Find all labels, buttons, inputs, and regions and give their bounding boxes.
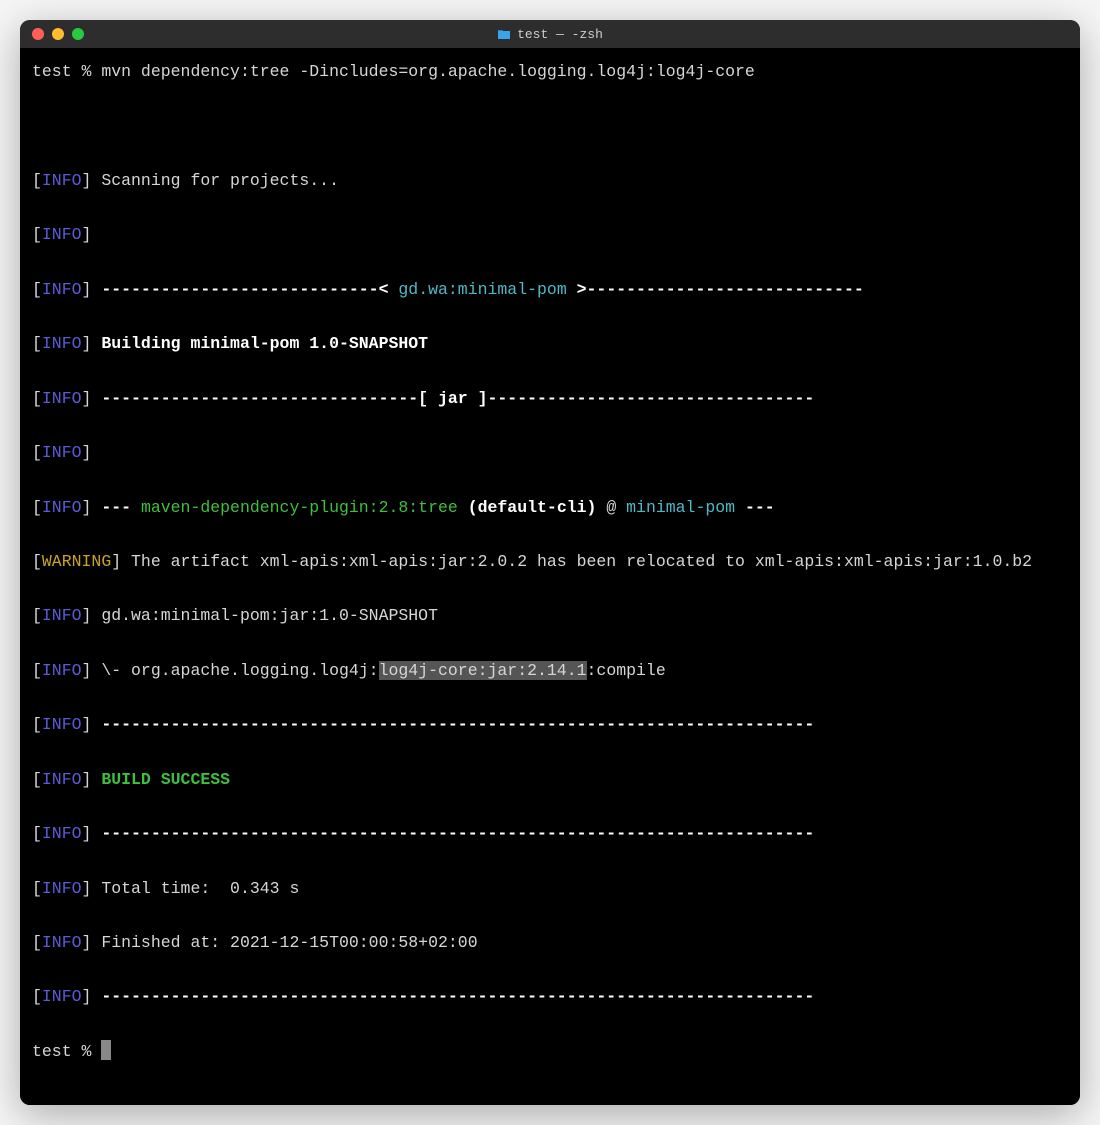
prompt-line: test %	[32, 1038, 1068, 1065]
prompt-dir: test	[32, 62, 72, 81]
output-line: [INFO] ---------------------------------…	[32, 820, 1068, 847]
info-tag: INFO	[42, 498, 82, 517]
output-line: [INFO] --------------------------------[…	[32, 385, 1068, 412]
info-tag: INFO	[42, 770, 82, 789]
window-title-text: test — -zsh	[517, 27, 603, 42]
output-line: [INFO] --- maven-dependency-plugin:2.8:t…	[32, 494, 1068, 521]
output-line: [INFO] Building minimal-pom 1.0-SNAPSHOT	[32, 330, 1068, 357]
tree-root: gd.wa:minimal-pom:jar:1.0-SNAPSHOT	[101, 606, 438, 625]
info-tag: INFO	[42, 606, 82, 625]
command-text: mvn dependency:tree -Dincludes=org.apach…	[101, 62, 755, 81]
output-line: [INFO] Scanning for projects...	[32, 167, 1068, 194]
dash-text: ----------------------------<	[101, 280, 398, 299]
plugin-name: maven-dependency-plugin:2.8:tree	[141, 498, 458, 517]
info-tag: INFO	[42, 715, 82, 734]
info-tag: INFO	[42, 933, 82, 952]
output-line: [INFO] BUILD SUCCESS	[32, 766, 1068, 793]
log4j-highlight: log4j-core:jar:2.14.1	[379, 661, 587, 680]
output-line: [INFO] ---------------------------------…	[32, 711, 1068, 738]
plugin-target: minimal-pom	[626, 498, 735, 517]
title-bar: test — -zsh	[20, 20, 1080, 48]
output-line: [INFO]	[32, 439, 1068, 466]
terminal-window: test — -zsh test % mvn dependency:tree -…	[20, 20, 1080, 1105]
output-line: [INFO] Total time: 0.343 s	[32, 875, 1068, 902]
info-tag: INFO	[42, 171, 82, 190]
traffic-lights	[32, 28, 84, 40]
info-tag: INFO	[42, 661, 82, 680]
prompt-line: test % mvn dependency:tree -Dincludes=or…	[32, 58, 1068, 85]
info-tag: INFO	[42, 280, 82, 299]
maximize-icon[interactable]	[72, 28, 84, 40]
tree-child-prefix: \- org.apache.logging.log4j:	[101, 661, 378, 680]
project-name: gd.wa:minimal-pom	[398, 280, 566, 299]
plugin-at: @	[596, 498, 626, 517]
output-line: [INFO] ---------------------------------…	[32, 983, 1068, 1010]
warning-tag: WARNING	[42, 552, 111, 571]
minimize-icon[interactable]	[52, 28, 64, 40]
tree-child-suffix: :compile	[587, 661, 666, 680]
rule-text: ----------------------------------------…	[101, 987, 814, 1006]
blank-line	[32, 112, 1068, 139]
plugin-prefix: ---	[101, 498, 141, 517]
output-line: [INFO] \- org.apache.logging.log4j:log4j…	[32, 657, 1068, 684]
window-title: test — -zsh	[32, 27, 1068, 42]
info-tag: INFO	[42, 225, 82, 244]
cursor-icon	[101, 1040, 111, 1060]
info-tag: INFO	[42, 879, 82, 898]
info-tag: INFO	[42, 443, 82, 462]
dash-text: >----------------------------	[567, 280, 864, 299]
output-line: [INFO] gd.wa:minimal-pom:jar:1.0-SNAPSHO…	[32, 602, 1068, 629]
info-tag: INFO	[42, 824, 82, 843]
building-text: Building minimal-pom 1.0-SNAPSHOT	[101, 334, 428, 353]
rule-text: ----------------------------------------…	[101, 715, 814, 734]
scanning-text: Scanning for projects...	[101, 171, 339, 190]
jar-text: jar	[438, 389, 468, 408]
plugin-mid: (default-cli)	[458, 498, 597, 517]
total-time: Total time: 0.343 s	[101, 879, 299, 898]
finished-at: Finished at: 2021-12-15T00:00:58+02:00	[101, 933, 477, 952]
prompt-dir: test	[32, 1042, 72, 1061]
dash-text: --------------------------------[	[101, 389, 438, 408]
terminal-output[interactable]: test % mvn dependency:tree -Dincludes=or…	[20, 48, 1080, 1105]
prompt-symbol: %	[82, 1042, 92, 1061]
plugin-suffix: ---	[735, 498, 775, 517]
info-tag: INFO	[42, 987, 82, 1006]
output-line: [INFO] ----------------------------< gd.…	[32, 276, 1068, 303]
warning-text: The artifact xml-apis:xml-apis:jar:2.0.2…	[131, 552, 1032, 571]
build-success: BUILD SUCCESS	[101, 770, 230, 789]
output-line: [WARNING] The artifact xml-apis:xml-apis…	[32, 548, 1068, 575]
rule-text: ----------------------------------------…	[101, 824, 814, 843]
folder-icon	[497, 28, 511, 40]
prompt-symbol: %	[82, 62, 92, 81]
dash-text: ]---------------------------------	[468, 389, 815, 408]
info-tag: INFO	[42, 389, 82, 408]
output-line: [INFO]	[32, 221, 1068, 248]
output-line: [INFO] Finished at: 2021-12-15T00:00:58+…	[32, 929, 1068, 956]
info-tag: INFO	[42, 334, 82, 353]
close-icon[interactable]	[32, 28, 44, 40]
